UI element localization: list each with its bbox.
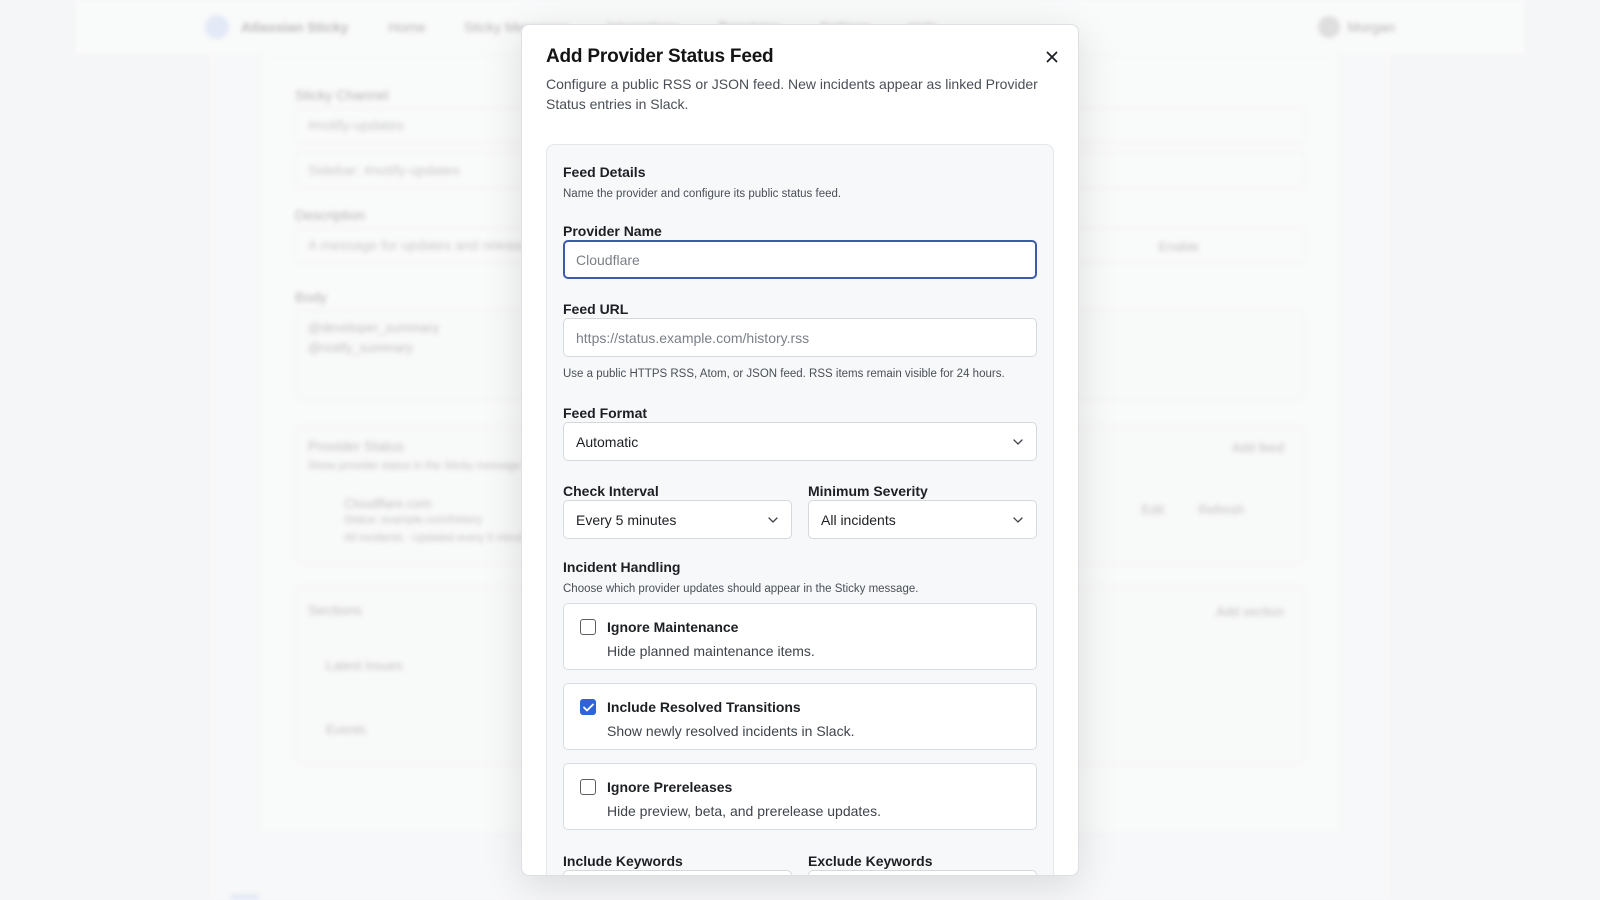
option-title: Ignore Maintenance [607,619,739,635]
modal-body: Add Provider Status Feed Configure a pub… [546,45,1054,875]
minimum-severity-value: All incidents [821,511,896,528]
feed-details-subtitle: Name the provider and configure its publ… [563,188,842,200]
feed-url-label: Feed URL [563,301,629,317]
add-provider-feed-modal: Add Provider Status Feed Configure a pub… [521,24,1079,876]
modal-title: Add Provider Status Feed [546,46,774,67]
feed-format-select[interactable]: Automatic [563,422,1037,461]
incident-handling-title: Incident Handling [563,559,681,575]
check-interval-label: Check Interval [563,483,659,499]
check-interval-select[interactable]: Every 5 minutes [563,500,792,539]
include-keywords-input[interactable] [563,870,792,875]
modal-description: Configure a public RSS or JSON feed. New… [546,76,1038,112]
minimum-severity-label: Minimum Severity [808,483,928,499]
minimum-severity-select[interactable]: All incidents [808,500,1037,539]
feed-details-title: Feed Details [563,164,646,180]
option-ignore-maintenance[interactable]: Ignore Maintenance Hide planned maintena… [563,603,1037,670]
option-include-resolved-transitions[interactable]: Include Resolved Transitions Show newly … [563,683,1037,750]
ignore-maintenance-checkbox[interactable] [580,619,596,635]
option-description: Hide preview, beta, and prerelease updat… [607,803,881,819]
exclude-keywords-label: Exclude Keywords [808,853,933,869]
chevron-down-icon [1012,514,1024,526]
ignore-prereleases-checkbox[interactable] [580,779,596,795]
option-ignore-prereleases[interactable]: Ignore Prereleases Hide preview, beta, a… [563,763,1037,830]
include-resolved-checkbox[interactable] [580,699,596,715]
option-description: Hide planned maintenance items. [607,643,815,659]
option-title: Include Resolved Transitions [607,699,801,715]
option-description: Show newly resolved incidents in Slack. [607,723,855,739]
include-keywords-label: Include Keywords [563,853,683,869]
provider-name-input[interactable] [563,240,1037,279]
exclude-keywords-input[interactable] [808,870,1037,875]
feed-details-panel: Feed Details Name the provider and confi… [546,144,1054,875]
chevron-down-icon [767,514,779,526]
feed-url-input[interactable] [563,318,1037,357]
option-title: Ignore Prereleases [607,779,733,795]
incident-handling-subtitle: Choose which provider updates should app… [563,583,919,595]
provider-name-label: Provider Name [563,223,662,239]
chevron-down-icon [1012,436,1024,448]
feed-format-label: Feed Format [563,405,648,421]
checkmark-icon [582,703,594,711]
feed-url-hint: Use a public HTTPS RSS, Atom, or JSON fe… [563,368,1005,380]
feed-format-value: Automatic [576,433,639,450]
check-interval-value: Every 5 minutes [576,511,677,528]
